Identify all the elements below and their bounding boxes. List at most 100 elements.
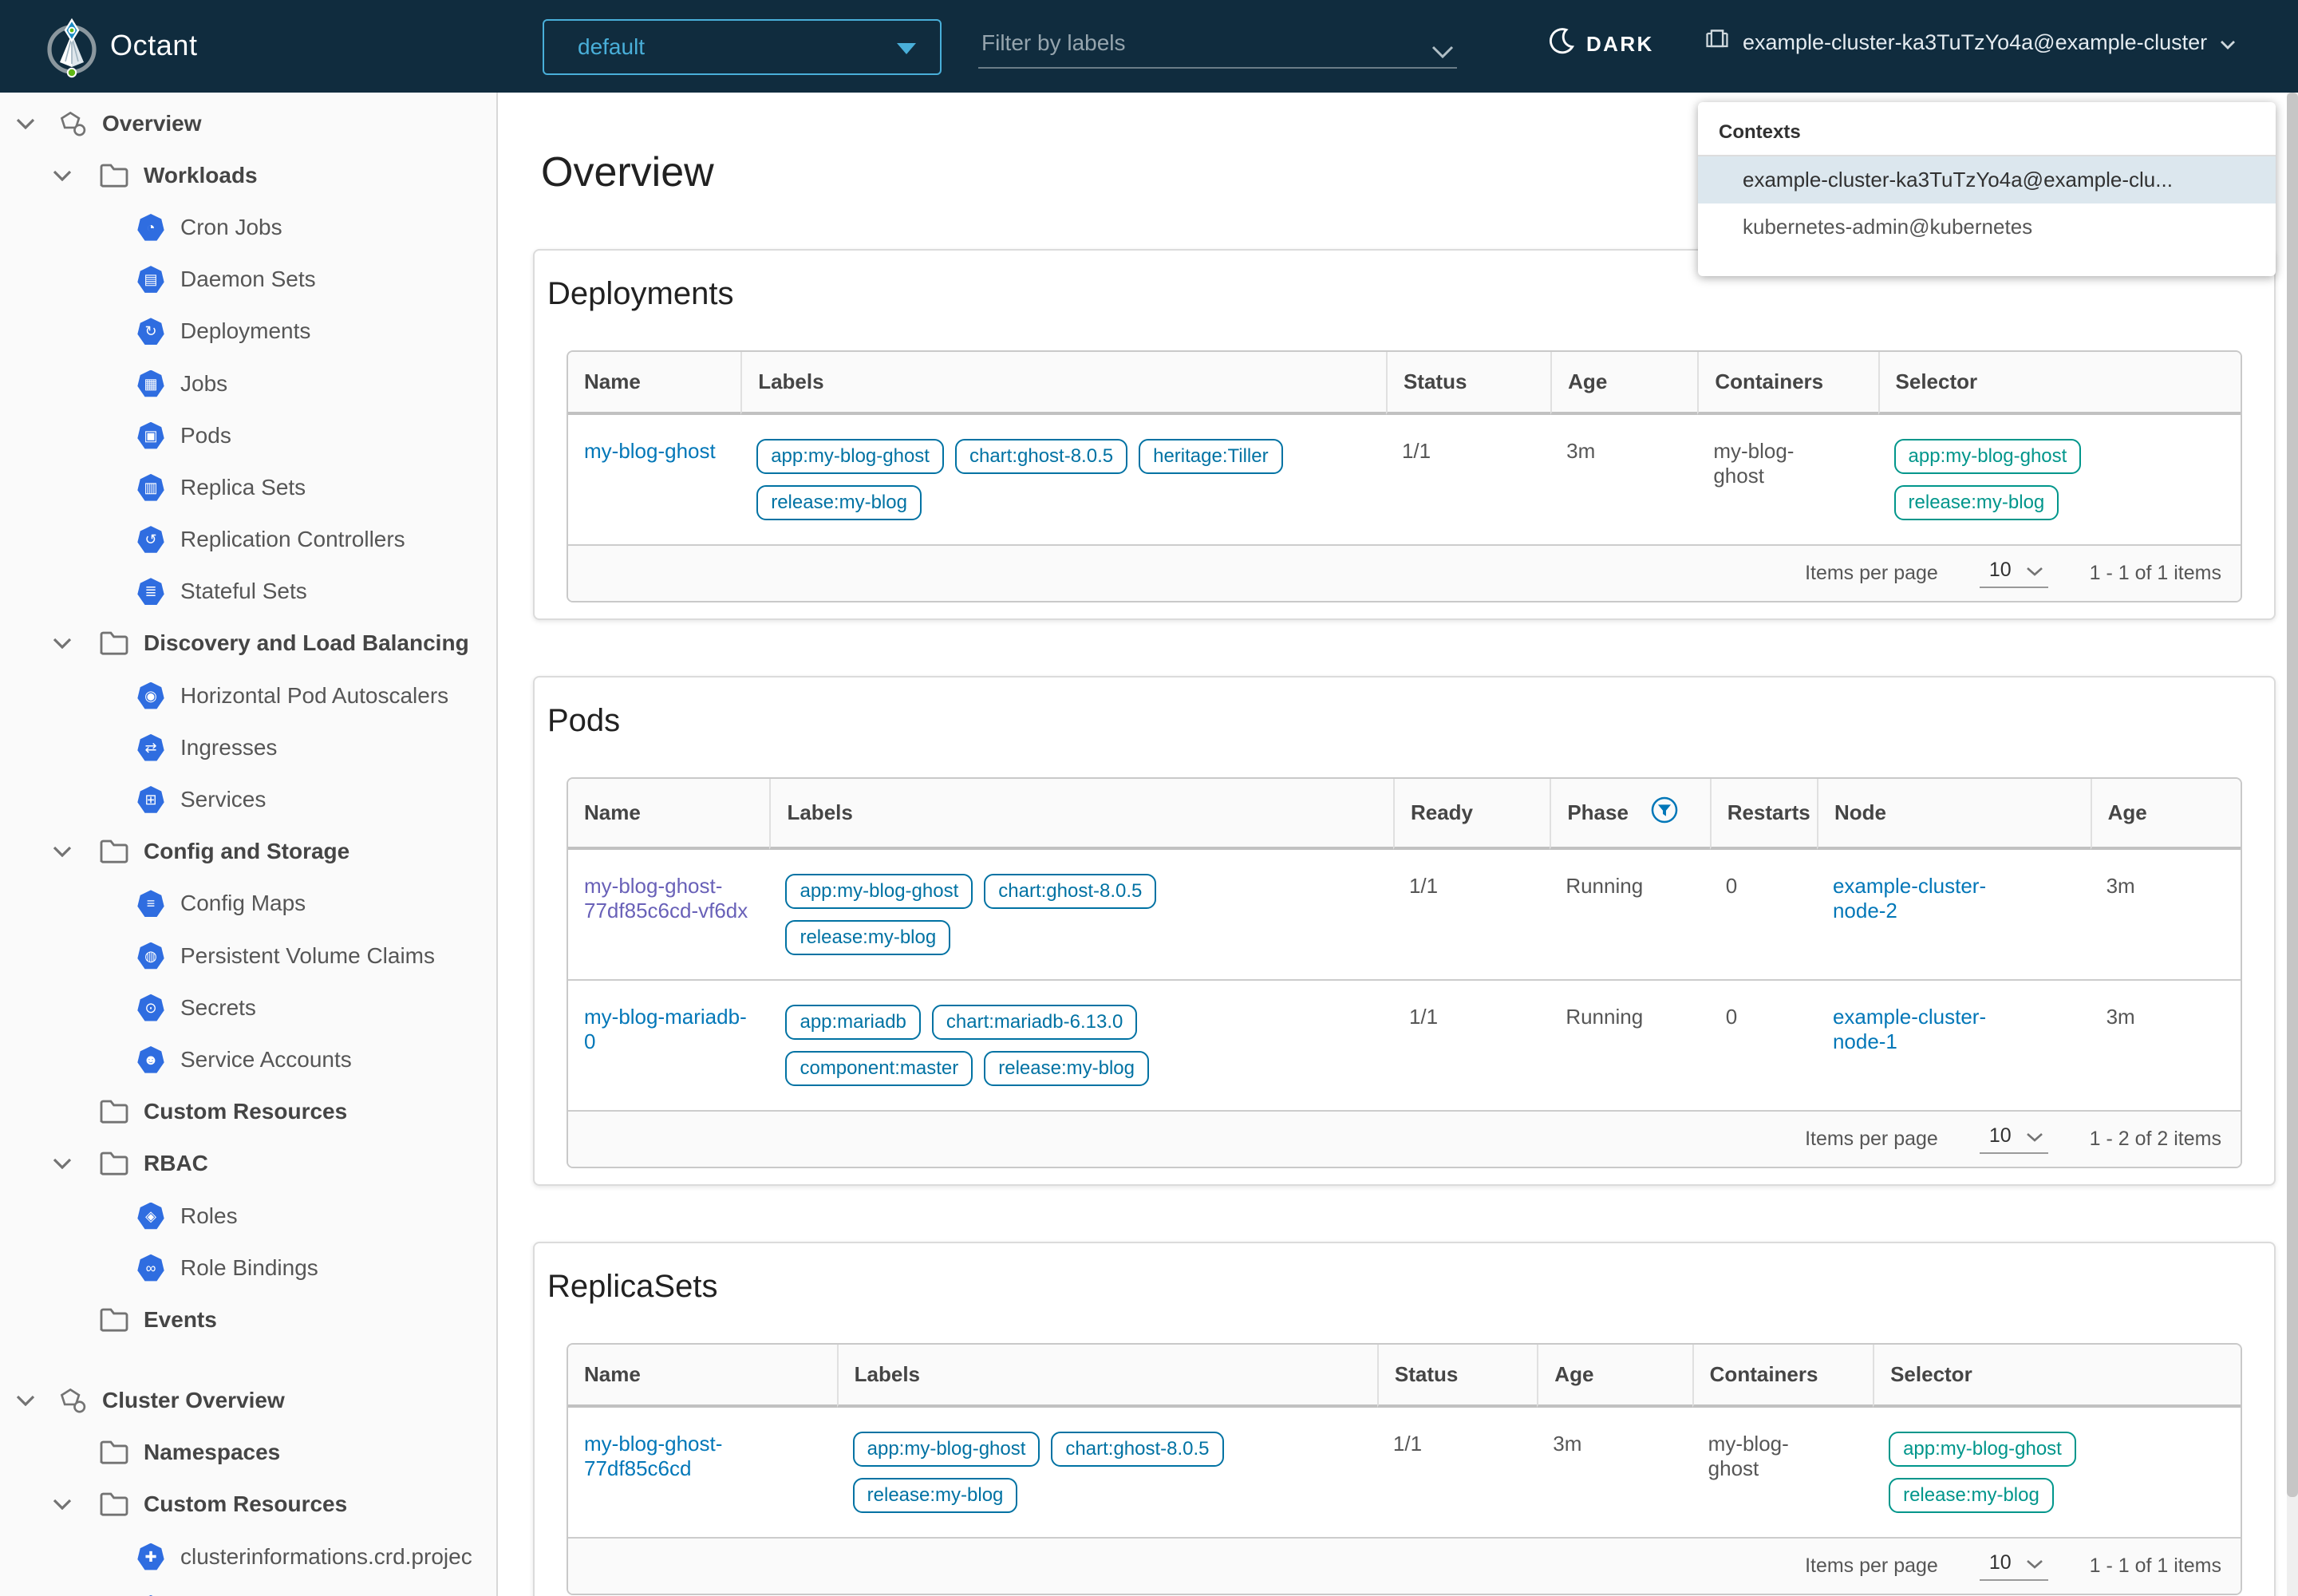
resource-link[interactable]: my-blog-mariadb-0 [584, 1005, 747, 1053]
sidebar-item-ingresses[interactable]: ⇄Ingresses [0, 721, 496, 773]
column-header-age: Age [2091, 779, 2241, 850]
sidebar-item-deployments[interactable]: ↻Deployments [0, 306, 496, 358]
label-filter-input[interactable] [978, 26, 1412, 56]
sidebar-item-rbac[interactable]: RBAC [0, 1138, 496, 1190]
sidebar-item-persistent-volume-claims[interactable]: ◍Persistent Volume Claims [0, 930, 496, 982]
chevron-down-icon[interactable] [16, 114, 35, 133]
chevron-down-icon[interactable] [53, 842, 72, 861]
resource-link[interactable]: my-blog-ghost-77df85c6cd-vf6dx [584, 874, 748, 922]
sidebar-item-label: Daemon Sets [180, 267, 316, 292]
sidebar-item-stateful-sets[interactable]: ≣Stateful Sets [0, 566, 496, 618]
card-title: ReplicaSets [547, 1269, 2242, 1305]
sidebar-item-label: Pods [180, 423, 231, 448]
theme-toggle[interactable]: DARK [1548, 27, 1654, 61]
sidebar-item-replication-controllers[interactable]: ↺Replication Controllers [0, 514, 496, 566]
sidebar-item-config-and-storage[interactable]: Config and Storage [0, 826, 496, 878]
sidebar-item-label: Cron Jobs [180, 215, 282, 240]
sidebar-item-config-maps[interactable]: ≡ Config Maps [0, 878, 496, 930]
sidebar-item-services[interactable]: ⊞ Services [0, 773, 496, 825]
label-tag: chart:ghost-8.0.5 [984, 874, 1156, 909]
sidebar-item-replica-sets[interactable]: ▥Replica Sets [0, 461, 496, 513]
context-selector[interactable]: example-cluster-ka3TuTzYo4a@example-clus… [1704, 27, 2236, 58]
horizontal-pod-autoscalers-icon: ◉ [136, 681, 166, 710]
sidebar-item-namespaces[interactable]: Namespaces [0, 1427, 496, 1479]
column-header-selector: Selector [1873, 1345, 2241, 1408]
sidebar-item-pods[interactable]: ▣Pods [0, 409, 496, 461]
sidebar-item-csidrivers-csi-storage-k8s-io[interactable]: ✚csidrivers.csi.storage.k8s.io [0, 1582, 496, 1596]
chevron-down-icon[interactable] [1431, 35, 1454, 65]
sidebar-item-label: Services [180, 787, 266, 812]
sidebar-item-overview[interactable]: Overview [0, 97, 496, 149]
sidebar-item-label: Namespaces [144, 1440, 280, 1465]
resource-link[interactable]: example-cluster-node-1 [1833, 1005, 2012, 1054]
context-option[interactable]: kubernetes-admin@kubernetes [1698, 203, 2276, 251]
resource-link[interactable]: my-blog-ghost [584, 439, 716, 463]
chevron-down-icon[interactable] [53, 166, 72, 185]
folder-icon [99, 1306, 129, 1334]
chevron-down-icon[interactable] [53, 1495, 72, 1514]
chevron-down-icon[interactable] [53, 634, 72, 653]
sidebar-item-discovery-and-load-balancing[interactable]: Discovery and Load Balancing [0, 618, 496, 670]
sidebar-item-custom-resources[interactable]: Custom Resources [0, 1086, 496, 1138]
cron-jobs-icon: ◔ [136, 213, 166, 242]
sidebar-item-workloads[interactable]: Workloads [0, 149, 496, 201]
sidebar-item-label: Stateful Sets [180, 579, 307, 604]
label-tag: release:my-blog [1889, 1478, 2054, 1513]
label-tag: release:my-blog [785, 920, 950, 955]
sidebar-item-cluster-overview[interactable]: Cluster Overview [0, 1375, 496, 1427]
folder-icon [99, 629, 129, 658]
items-per-page-label: Items per page [1805, 1128, 1938, 1151]
pagination-range: 1 - 2 of 2 items [2090, 1128, 2221, 1151]
cell-text: 3m [1553, 1432, 1581, 1456]
sidebar-item-roles[interactable]: ◈Roles [0, 1190, 496, 1242]
cell-text: 3m [2106, 874, 2135, 898]
scrollbar[interactable] [2287, 93, 2298, 1596]
folder-icon [99, 1490, 129, 1519]
secrets-icon: ⊙ [136, 994, 166, 1022]
cell-text: my-blog-ghost [1713, 439, 1812, 488]
items-per-page-select[interactable]: 10 [1980, 1551, 2048, 1581]
items-per-page-select[interactable]: 10 [1980, 559, 2048, 588]
cell-text: 1/1 [1409, 1005, 1438, 1029]
context-option-selected[interactable]: example-cluster-ka3TuTzYo4a@example-clu.… [1698, 156, 2276, 203]
sidebar-item-label: Events [144, 1307, 217, 1333]
table-row: my-blog-ghost-77df85c6cd app:my-blog-ghos… [568, 1408, 2241, 1537]
deployments-table: NameLabelsStatusAgeContainersSelectormy-… [567, 350, 2242, 602]
cell-text: 1/1 [1393, 1432, 1422, 1456]
namespace-select[interactable]: default [543, 19, 942, 75]
sidebar-item-label: RBAC [144, 1151, 208, 1176]
column-header-phase: Phase [1550, 779, 1709, 850]
resource-link[interactable]: example-cluster-node-2 [1833, 874, 2012, 923]
service-accounts-icon: ☻ [136, 1045, 166, 1074]
sidebar-item-label: Config Maps [180, 891, 306, 916]
sidebar-item-cron-jobs[interactable]: ◔ Cron Jobs [0, 201, 496, 253]
sidebar-item-clusterinformations-crd-projec[interactable]: ✚clusterinformations.crd.projec [0, 1531, 496, 1582]
sidebar-item-daemon-sets[interactable]: ▤Daemon Sets [0, 254, 496, 306]
moon-icon [1548, 27, 1575, 61]
persistent-volume-claims-icon: ◍ [136, 942, 166, 970]
sidebar-item-custom-resources[interactable]: Custom Resources [0, 1479, 496, 1531]
cards: DeploymentsNameLabelsStatusAgeContainers… [498, 249, 2298, 1596]
resource-link[interactable]: my-blog-ghost-77df85c6cd [584, 1432, 722, 1480]
sidebar-item-service-accounts[interactable]: ☻ Service Accounts [0, 1033, 496, 1085]
chevron-down-icon[interactable] [53, 1154, 72, 1173]
sidebar-item-secrets[interactable]: ⊙Secrets [0, 982, 496, 1033]
chevron-down-icon[interactable] [16, 1391, 35, 1410]
items-per-page-select[interactable]: 10 [1980, 1124, 2048, 1154]
column-header-ready: Ready [1393, 779, 1550, 850]
sidebar-item-label: clusterinformations.crd.projec [180, 1544, 472, 1570]
sidebar-item-role-bindings[interactable]: ∞Role Bindings [0, 1242, 496, 1294]
label-tag: app:my-blog-ghost [1889, 1432, 2076, 1467]
sidebar-item-events[interactable]: Events [0, 1294, 496, 1345]
services-icon: ⊞ [136, 785, 166, 814]
replica-sets-icon: ▥ [136, 473, 166, 502]
column-header-name: Name [568, 352, 740, 415]
column-header-containers: Containers [1697, 352, 1877, 415]
sidebar-item-horizontal-pod-autoscalers[interactable]: ◉Horizontal Pod Autoscalers [0, 670, 496, 721]
sidebar-item-jobs[interactable]: ▦Jobs [0, 358, 496, 409]
sidebar-item-label: Service Accounts [180, 1047, 352, 1073]
column-header-labels: Labels [837, 1345, 1377, 1408]
config-maps-icon: ≡ [136, 889, 166, 918]
scrollbar-thumb[interactable] [2287, 93, 2298, 1497]
filter-funnel-icon[interactable] [1651, 796, 1678, 829]
